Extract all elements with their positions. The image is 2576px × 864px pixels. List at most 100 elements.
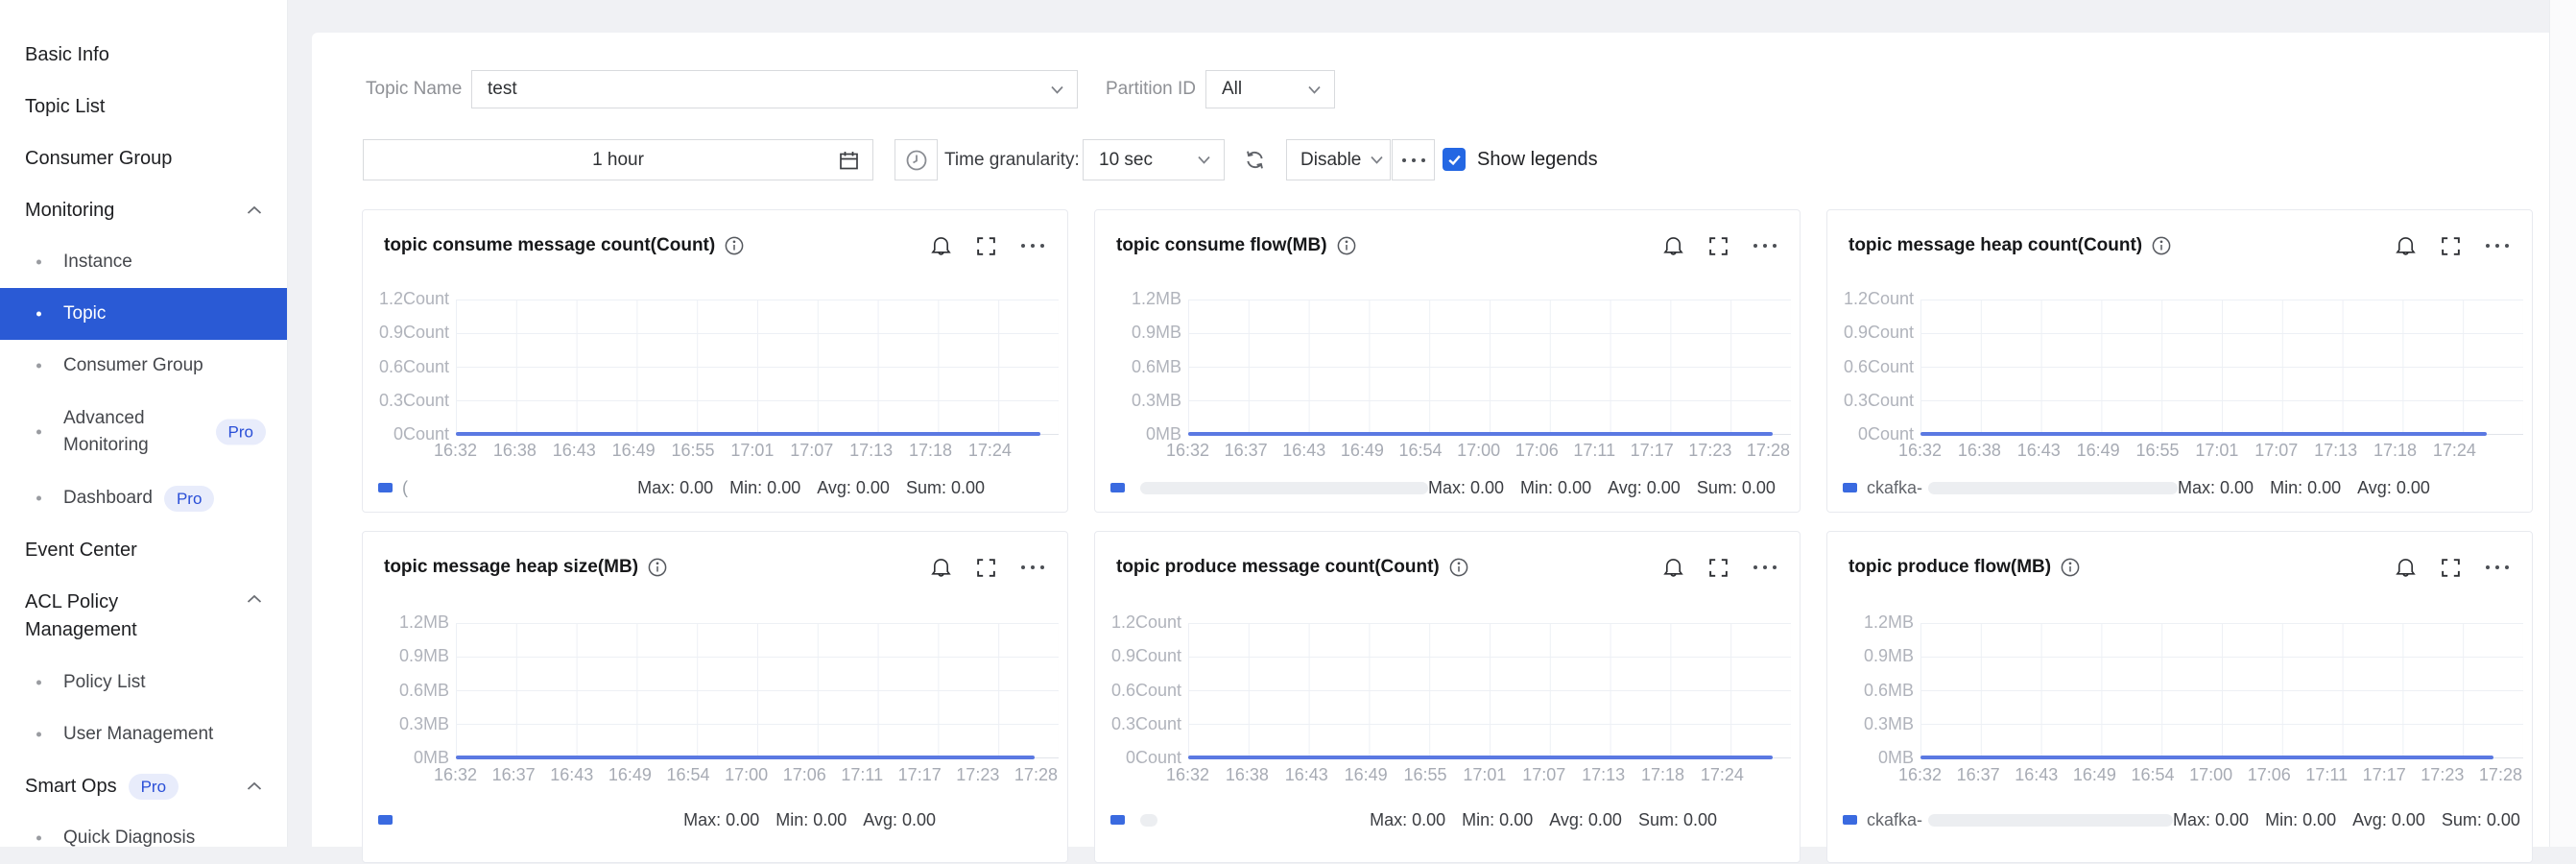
partition-id-select[interactable]: All	[1205, 70, 1335, 108]
sidebar-item-label: Consumer Group	[63, 355, 203, 375]
sidebar-item-topic-list[interactable]: Topic List	[0, 81, 287, 132]
fullscreen-icon[interactable]	[977, 236, 995, 255]
show-legends-checkbox[interactable]	[1443, 148, 1466, 171]
series-line	[1188, 432, 1774, 436]
chart-legend[interactable]: Max: 0.00 Min: 0.00 Avg: 0.00 Sum: 0.00	[1110, 808, 1778, 831]
fullscreen-icon[interactable]	[2442, 558, 2460, 577]
y-tick-label: 0.3MB	[398, 713, 449, 733]
fullscreen-icon[interactable]	[1709, 236, 1728, 255]
fullscreen-icon[interactable]	[2442, 236, 2460, 255]
legend-stat: Sum: 0.00	[2441, 809, 2520, 829]
x-tick-label: 17:18	[1641, 765, 1685, 784]
legend-stat: Max: 0.00	[1370, 809, 1446, 829]
chart-title: topic produce message count(Count)	[1116, 557, 1440, 577]
sidebar-item-label: Topic	[63, 303, 107, 324]
y-tick-label: 0.3Count	[1110, 713, 1181, 733]
info-icon[interactable]	[725, 236, 744, 255]
refresh-button[interactable]	[1235, 139, 1274, 180]
show-legends-label: Show legends	[1477, 149, 1598, 170]
legend-stat: Avg: 0.00	[2352, 809, 2425, 829]
chart-plot-area[interactable]	[1920, 623, 2523, 759]
x-tick-label: 16:55	[1403, 765, 1447, 784]
auto-refresh-select[interactable]: Disable	[1286, 139, 1391, 180]
info-icon[interactable]	[2152, 236, 2171, 255]
series-line	[1188, 756, 1774, 759]
fullscreen-icon[interactable]	[977, 558, 995, 577]
sidebar-item-dashboard[interactable]: Dashboard Pro	[0, 472, 287, 524]
y-tick-label: 1.2Count	[1110, 612, 1181, 632]
more-icon[interactable]	[2486, 565, 2509, 569]
scrollbar-track[interactable]	[2549, 0, 2576, 847]
x-axis-labels: 16:32 16:38 16:43 16:49 16:55 17:01 17:07 17:13…	[1166, 765, 1744, 785]
more-icon[interactable]	[1021, 565, 1044, 569]
chart-plot-area[interactable]	[456, 300, 1059, 436]
granularity-label: Time granularity:	[944, 150, 1080, 170]
chart-legend[interactable]: Max: 0.00 Min: 0.00 Avg: 0.00 Sum: 0.00	[1110, 476, 1778, 499]
y-tick-label: 1.2MB	[1131, 289, 1181, 308]
chart-plot-area[interactable]	[1920, 300, 2523, 436]
x-axis-labels: 16:32 16:37 16:43 16:49 16:54 17:00 17:06 17:11…	[1898, 765, 2522, 785]
legend-stat: Min: 0.00	[775, 809, 847, 829]
y-axis-labels: 1.2Count 0.9Count 0.6Count 0.3Count 0Count	[1101, 612, 1181, 768]
chart-plot-area[interactable]	[1188, 623, 1791, 759]
sidebar-item-consumer-group[interactable]: Consumer Group	[0, 132, 287, 184]
alarm-bell-icon[interactable]	[931, 235, 951, 256]
series-line	[456, 432, 1041, 436]
alarm-bell-icon[interactable]	[2396, 235, 2416, 256]
alarm-bell-icon[interactable]	[931, 557, 951, 578]
info-icon[interactable]	[2061, 558, 2080, 577]
chart-legend[interactable]: Max: 0.00 Min: 0.00 Avg: 0.00	[378, 808, 1046, 831]
legend-stats: Max: 0.00 Min: 0.00 Avg: 0.00 Sum: 0.00	[1370, 810, 1717, 830]
sidebar-item-topic[interactable]: Topic	[0, 288, 287, 340]
chart-title: topic consume flow(MB)	[1116, 235, 1327, 255]
alarm-bell-icon[interactable]	[2396, 557, 2416, 578]
chart-plot-area[interactable]	[456, 623, 1059, 759]
alarm-bell-icon[interactable]	[1663, 557, 1683, 578]
more-icon[interactable]	[1753, 244, 1777, 248]
legend-swatch	[378, 483, 393, 492]
sidebar-item-policy-list[interactable]: Policy List	[0, 657, 287, 708]
more-icon[interactable]	[2486, 244, 2509, 248]
time-range-picker[interactable]: 1 hour	[363, 139, 873, 180]
auto-refresh-value: Disable	[1300, 149, 1362, 170]
sidebar-item-event-center[interactable]: Event Center	[0, 524, 287, 576]
topic-name-select[interactable]: test	[471, 70, 1078, 108]
info-icon[interactable]	[648, 558, 667, 577]
sidebar-item-smart-ops[interactable]: Smart Ops Pro	[0, 760, 287, 812]
sidebar-item-consumer-group-monitor[interactable]: Consumer Group	[0, 340, 287, 392]
chart-plot-area[interactable]	[1188, 300, 1791, 436]
fullscreen-icon[interactable]	[1709, 558, 1728, 577]
legend-swatch	[1843, 815, 1857, 825]
y-tick-label: 0.6Count	[1110, 680, 1181, 700]
time-shortcut-button[interactable]	[894, 139, 938, 180]
legend-stats: Max: 0.00 Min: 0.00 Avg: 0.00 Sum: 0.00	[1428, 478, 1776, 498]
topic-name-value: test	[488, 79, 517, 99]
sidebar-item-acl-policy-management[interactable]: ACL Policy Management	[0, 576, 287, 657]
chart-header: topic consume message count(Count)	[384, 229, 1044, 262]
sidebar-item-quick-diagnosis[interactable]: Quick Diagnosis	[0, 812, 287, 864]
info-icon[interactable]	[1449, 558, 1468, 577]
sidebar-item-label: Instance	[63, 252, 132, 272]
sidebar-item-instance[interactable]: Instance	[0, 236, 287, 288]
more-icon[interactable]	[1753, 565, 1777, 569]
more-filters-button[interactable]	[1392, 139, 1435, 180]
legend-stat: Sum: 0.00	[905, 477, 985, 497]
sidebar-item-label: User Management	[63, 724, 214, 744]
info-icon[interactable]	[1337, 236, 1356, 255]
sidebar-item-advanced-monitoring[interactable]: Advanced Monitoring Pro	[0, 392, 287, 472]
main-panel: Topic Name test Partition ID All 1 hour …	[312, 33, 2549, 863]
y-tick-label: 0.6MB	[398, 680, 449, 700]
chart-legend[interactable]: ckafka- Max: 0.00 Min: 0.00 Avg: 0.00 Sum: …	[1843, 808, 2520, 831]
granularity-select[interactable]: 10 sec	[1083, 139, 1225, 180]
alarm-bell-icon[interactable]	[1663, 235, 1683, 256]
legend-stat: Avg: 0.00	[817, 477, 890, 497]
chart-legend[interactable]: ( Max: 0.00 Min: 0.00 Avg: 0.00 Sum: 0.00	[378, 476, 1046, 499]
sidebar-item-monitoring[interactable]: Monitoring	[0, 184, 287, 236]
sidebar-item-basic-info[interactable]: Basic Info	[0, 29, 287, 81]
pro-badge: Pro	[215, 419, 266, 445]
chart-legend[interactable]: ckafka- Max: 0.00 Min: 0.00 Avg: 0.00	[1843, 476, 2511, 499]
more-icon[interactable]	[1021, 244, 1044, 248]
chart-header: topic produce flow(MB)	[1849, 551, 2509, 584]
x-tick-label: 17:07	[2254, 441, 2299, 460]
sidebar-item-user-management[interactable]: User Management	[0, 708, 287, 760]
